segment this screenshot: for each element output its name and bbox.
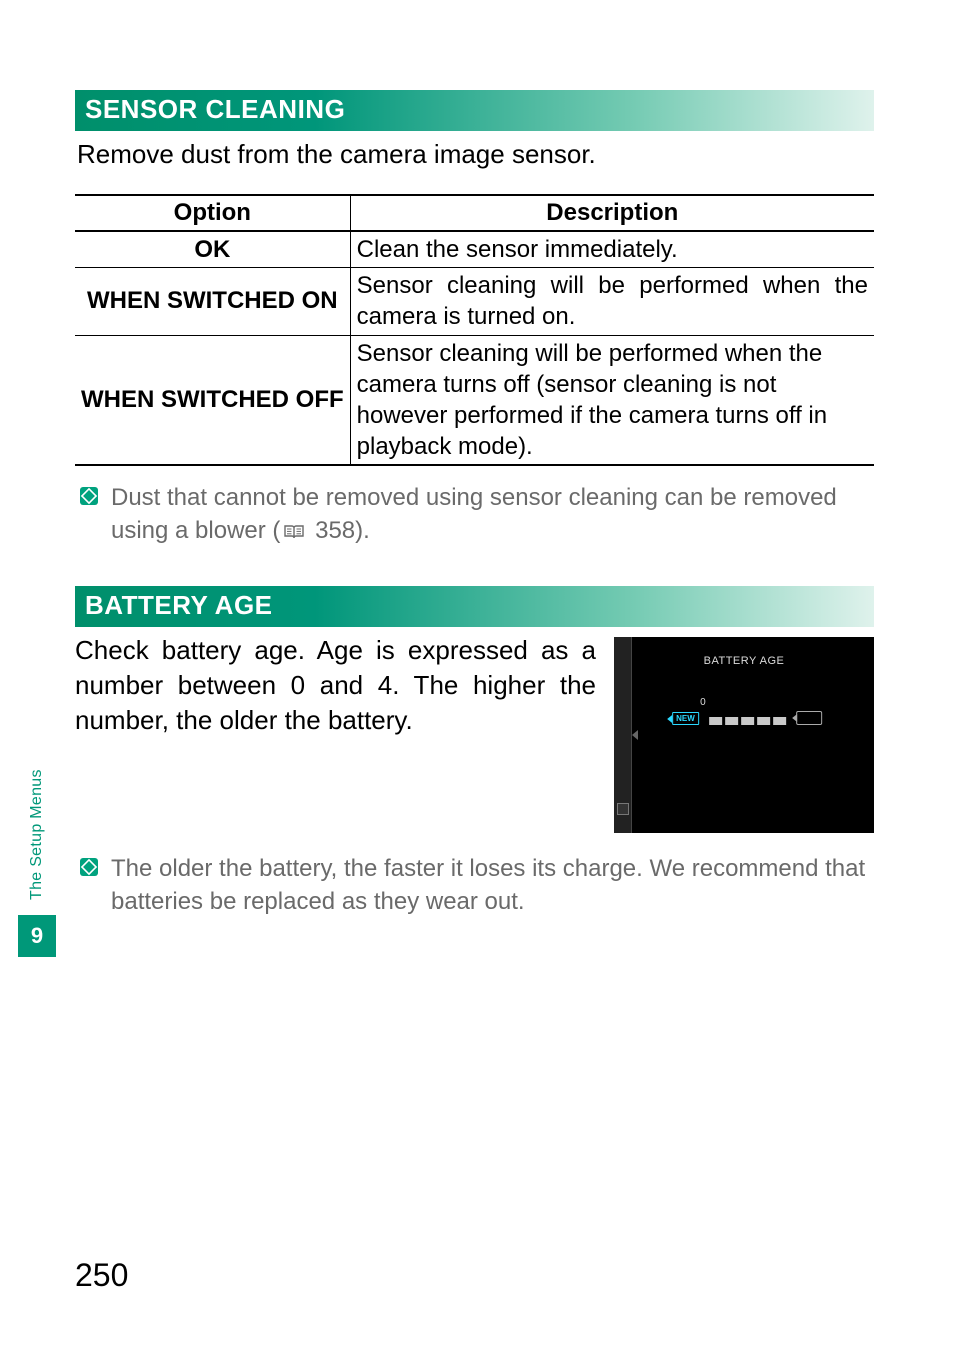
option-cell: WHEN SWITCHED OFF <box>75 335 350 465</box>
battery-age-note: The older the battery, the faster it los… <box>77 853 872 918</box>
option-cell: OK <box>75 231 350 268</box>
table-row: WHEN SWITCHED OFF Sensor cleaning will b… <box>75 335 874 465</box>
table-row: OK Clean the sensor immediately. <box>75 231 874 268</box>
description-cell: Sensor cleaning will be performed when t… <box>350 335 874 465</box>
chapter-side-tab: The Setup Menus 9 <box>18 755 56 957</box>
gauge-endcap-icon <box>796 711 822 725</box>
battery-age-intro: Check battery age. Age is expressed as a… <box>75 633 596 738</box>
tip-diamond-icon <box>77 484 101 517</box>
option-cell: WHEN SWITCHED ON <box>75 268 350 335</box>
section-title: BATTERY AGE <box>85 590 273 620</box>
sensor-cleaning-intro: Remove dust from the camera image sensor… <box>77 137 872 172</box>
chapter-number-badge: 9 <box>18 915 56 957</box>
sensor-cleaning-options-table: Option Description OK Clean the sensor i… <box>75 194 874 466</box>
battery-age-screenshot: BATTERY AGE 0 NEW <box>614 637 874 833</box>
side-tab-label: The Setup Menus <box>28 755 46 915</box>
note-text: The older the battery, the faster it los… <box>111 853 872 918</box>
section-title: SENSOR CLEANING <box>85 94 345 124</box>
table-header-option: Option <box>75 195 350 231</box>
description-cell: Clean the sensor immediately. <box>350 231 874 268</box>
table-header-description: Description <box>350 195 874 231</box>
description-cell: Sensor cleaning will be performed when t… <box>350 268 874 335</box>
page-number: 250 <box>75 1257 128 1294</box>
note-text: Dust that cannot be removed using sensor… <box>111 482 872 550</box>
gauge-segment <box>773 717 786 725</box>
tip-diamond-icon <box>77 855 101 888</box>
gauge-segments <box>709 717 786 725</box>
section-header-battery-age: BATTERY AGE <box>75 586 874 627</box>
sensor-cleaning-note: Dust that cannot be removed using sensor… <box>77 482 872 550</box>
gauge-segment <box>709 717 722 725</box>
manual-page: SENSOR CLEANING Remove dust from the cam… <box>0 0 954 1346</box>
new-badge: NEW <box>672 712 699 725</box>
section-header-sensor-cleaning: SENSOR CLEANING <box>75 90 874 131</box>
battery-age-gauge: 0 NEW <box>672 711 822 725</box>
page-reference-icon <box>283 518 305 550</box>
gauge-segment <box>741 717 754 725</box>
gauge-segment <box>757 717 770 725</box>
sidebar-caret-icon <box>632 730 638 740</box>
gauge-segment <box>725 717 738 725</box>
gauge-zero-label: 0 <box>700 697 706 708</box>
screenshot-title: BATTERY AGE <box>614 655 874 667</box>
table-row: WHEN SWITCHED ON Sensor cleaning will be… <box>75 268 874 335</box>
